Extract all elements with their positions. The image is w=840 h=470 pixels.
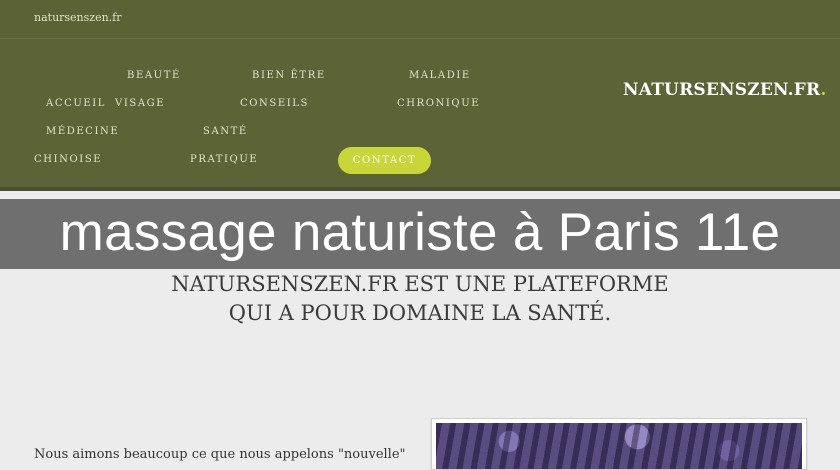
- site-tagline: NATURSENSZEN.FR EST UNE PLATEFORME QUI A…: [171, 272, 669, 325]
- nav-maladie[interactable]: MALADIE: [409, 70, 471, 81]
- brand-name: NATURSENSZEN.FR: [623, 80, 821, 100]
- header-shadow: [0, 187, 840, 191]
- brand-dot: .: [820, 80, 827, 100]
- nav-chronique[interactable]: CHRONIQUE: [397, 98, 480, 109]
- top-bar: natursenszen.fr: [0, 0, 840, 39]
- nav-medecine[interactable]: MÉDECINE: [46, 126, 119, 137]
- nav-chinoise[interactable]: CHINOISE: [34, 154, 102, 165]
- title-banner: massage naturiste à Paris 11e: [0, 199, 840, 269]
- article-image-frame: [431, 418, 807, 470]
- contact-button[interactable]: CONTACT: [338, 147, 431, 174]
- nav-beaute[interactable]: BEAUTÉ: [127, 70, 181, 81]
- article-image: [436, 423, 802, 469]
- brand-logo[interactable]: NATURSENSZEN.FR.: [623, 80, 827, 100]
- nav-visage[interactable]: VISAGE: [115, 98, 165, 109]
- page-title: massage naturiste à Paris 11e: [59, 203, 781, 262]
- site-name[interactable]: natursenszen.fr: [34, 11, 122, 24]
- nav-accueil[interactable]: ACCUEIL: [46, 98, 106, 109]
- nav-pratique[interactable]: PRATIQUE: [190, 154, 258, 165]
- nav-bien-etre[interactable]: BIEN ÊTRE: [252, 70, 326, 81]
- nav-sante[interactable]: SANTÉ: [203, 126, 248, 137]
- nav-conseils[interactable]: CONSEILS: [240, 98, 309, 109]
